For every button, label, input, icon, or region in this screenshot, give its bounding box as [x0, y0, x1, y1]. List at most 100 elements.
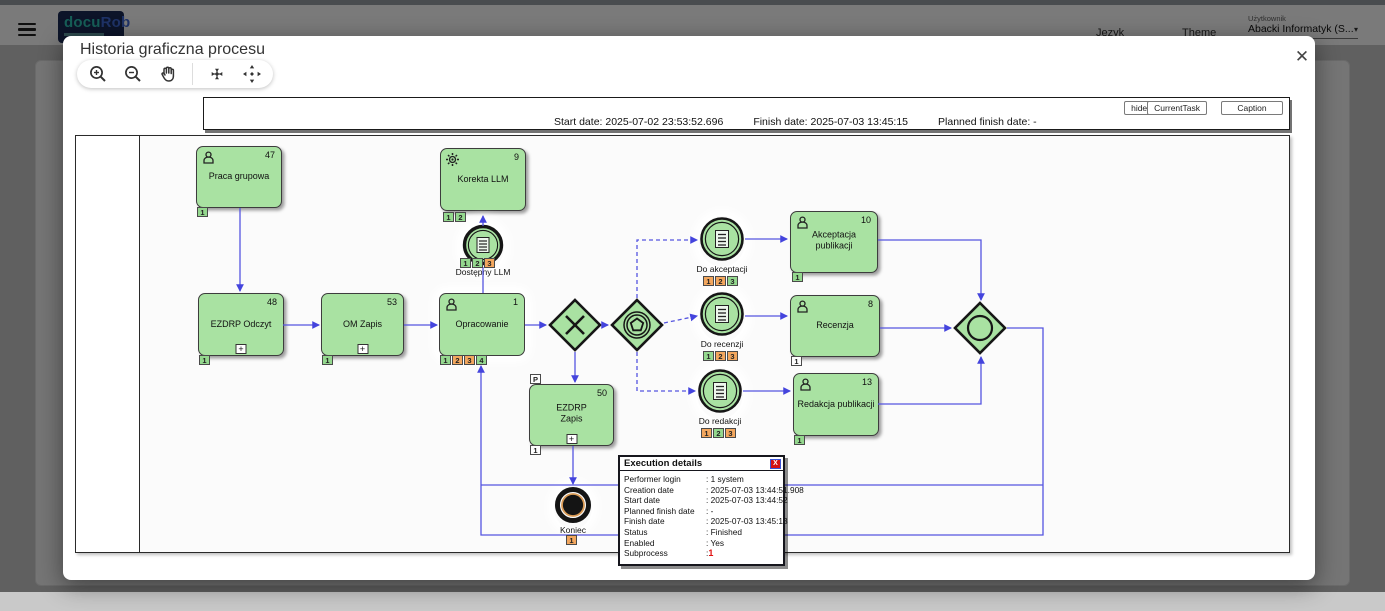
row-label: Finish date [624, 516, 706, 527]
document-event-icon [699, 216, 745, 262]
badge: 1 [440, 355, 451, 365]
caption-button[interactable]: Caption [1221, 101, 1283, 115]
badge: P [530, 374, 541, 384]
event-badges: 1 [566, 535, 577, 545]
current-task-button[interactable]: CurrentTask [1147, 101, 1207, 115]
badge: 1 [791, 356, 802, 366]
task-badges: 1 2 [443, 212, 466, 222]
badge: 4 [476, 355, 487, 365]
close-icon[interactable]: X [770, 459, 781, 469]
badge: 3 [727, 276, 738, 286]
task-label: Recenzja [793, 320, 877, 331]
pan-hand-icon[interactable] [157, 63, 179, 85]
row-value: : 2025-07-03 13:44:52 [706, 495, 788, 506]
badge: 2 [715, 276, 726, 286]
task-label: OM Zapis [324, 318, 401, 329]
task-label: Redakcja publikacji [796, 398, 876, 409]
badge: 1 [199, 355, 210, 365]
center-view-icon[interactable] [206, 63, 228, 85]
task-number: 13 [862, 377, 872, 387]
task-label: Opracowanie [442, 318, 522, 329]
task-ezdrp-odczyt[interactable]: 48 EZDRP Odczyt + [198, 293, 284, 356]
move-icon[interactable] [241, 63, 263, 85]
row-value: : Finished [706, 527, 742, 538]
badge: 1 [703, 351, 714, 361]
event-label: Do akceptacji [696, 264, 747, 274]
badge: 3 [464, 355, 475, 365]
gateway-inclusive-circle[interactable] [953, 301, 1007, 360]
badge: 3 [725, 428, 736, 438]
gateway-event-based-pentagon[interactable] [610, 298, 664, 357]
planned-finish-date-text: Planned finish date: - [938, 116, 1037, 128]
user-icon [798, 377, 813, 392]
badge: 1 [460, 258, 471, 268]
task-label: EZDRP Odczyt [201, 318, 281, 329]
badge: 1 [794, 435, 805, 445]
badge: 1 [792, 272, 803, 282]
task-label: EZDRP Zapis [532, 403, 611, 426]
modal-title: Historia graficzna procesu [80, 41, 265, 59]
badge: 1 [197, 207, 208, 217]
task-number: 53 [387, 297, 397, 307]
row-label: Start date [624, 495, 706, 506]
close-icon[interactable]: ✕ [1291, 46, 1313, 68]
badge: 1 [703, 276, 714, 286]
badge: 1 [566, 535, 577, 545]
task-badges: 1 2 3 4 [440, 355, 487, 365]
task-label: Korekta LLM [443, 173, 523, 184]
event-do-redakcji[interactable] [697, 368, 743, 419]
badge: 2 [455, 212, 466, 222]
badge: 2 [452, 355, 463, 365]
row-label: Creation date [624, 485, 706, 496]
task-korekta-llm[interactable]: 9 Korekta LLM [440, 148, 526, 211]
task-akceptacja-publikacji[interactable]: 10 Akceptacja publikacji [790, 211, 878, 273]
task-praca-grupowa[interactable]: 47 Praca grupowa [196, 146, 282, 208]
task-number: 1 [513, 297, 518, 307]
event-do-recenzji[interactable] [699, 291, 745, 342]
gateway-exclusive-x[interactable] [548, 298, 602, 357]
badge: 1 [701, 428, 712, 438]
task-badges: 1 [792, 272, 803, 282]
task-recenzja[interactable]: 8 Recenzja [790, 295, 880, 357]
diagram-header-buttons: hide CurrentTask Caption [1124, 101, 1283, 115]
task-number: 10 [861, 215, 871, 225]
row-label: Status [624, 527, 706, 538]
task-number: 50 [597, 388, 607, 398]
badge: 1 [322, 355, 333, 365]
zoom-out-icon[interactable] [122, 63, 144, 85]
gear-icon [445, 152, 460, 167]
popup-row: Creation date: 2025-07-03 13:44:51.908 [624, 485, 779, 496]
task-opracowanie[interactable]: 1 Opracowanie [439, 293, 525, 356]
diagram-header-bar: Start date: 2025-07-02 23:53:52.696 Fini… [203, 97, 1290, 130]
task-redakcja-publikacji[interactable]: 13 Redakcja publikacji [793, 373, 879, 436]
event-label: Do recenzji [701, 339, 744, 349]
task-om-zapis[interactable]: 53 OM Zapis + [321, 293, 404, 356]
event-do-akceptacji[interactable] [699, 216, 745, 267]
popup-row: Start date: 2025-07-03 13:44:52 [624, 495, 779, 506]
document-event-icon [697, 368, 743, 414]
task-label: Akceptacja publikacji [793, 230, 875, 253]
row-value-red: 1 [708, 548, 713, 560]
start-date-text: Start date: 2025-07-02 23:53:52.696 [554, 116, 723, 128]
popup-title: Execution details [624, 458, 702, 469]
toolbar-divider [192, 63, 193, 85]
event-label: Dostępny LLM [456, 267, 511, 277]
row-label: Performer login [624, 474, 706, 485]
task-label: Praca grupowa [199, 171, 279, 182]
task-ezdrp-zapis[interactable]: 50 EZDRP Zapis + [529, 384, 614, 446]
subprocess-plus-icon: + [566, 434, 577, 444]
event-label: Koniec [560, 525, 586, 535]
zoom-in-icon[interactable] [87, 63, 109, 85]
event-label: Do redakcji [699, 416, 742, 426]
task-number: 47 [265, 150, 275, 160]
task-badges: 1 [530, 445, 541, 455]
diagram-toolbar [77, 60, 273, 88]
user-icon [795, 299, 810, 314]
popup-titlebar: Execution details X [620, 457, 783, 471]
popup-row: Performer login: 1 system [624, 474, 779, 485]
popup-row: Planned finish date: - [624, 506, 779, 517]
badge: 2 [472, 258, 483, 268]
bpmn-lane-header [76, 136, 140, 552]
row-value: : 2025-07-03 13:44:51.908 [706, 485, 804, 496]
event-koniec[interactable] [554, 486, 592, 529]
